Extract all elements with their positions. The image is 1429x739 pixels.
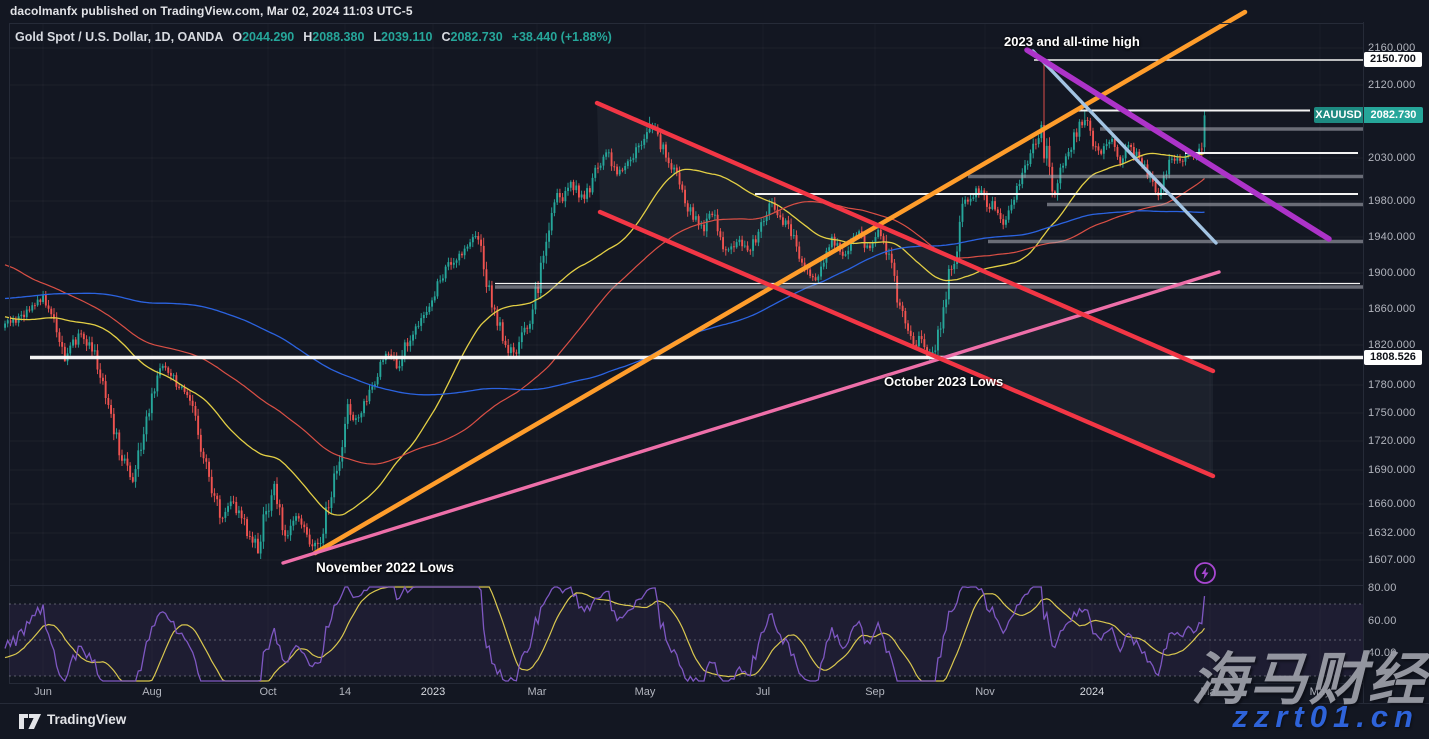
price-axis-label: 1632.000 <box>1368 527 1415 539</box>
chart-stage: Gold Spot / U.S. Dollar, 1D, OANDA O2044.… <box>0 0 1429 739</box>
close-value: 2082.730 <box>451 30 503 44</box>
price-axis-label: 1607.000 <box>1368 554 1415 566</box>
symbol-tag: XAUUSD <box>1314 107 1363 123</box>
price-axis-label: 1980.000 <box>1368 195 1415 207</box>
price-axis-label: 1900.000 <box>1368 267 1415 279</box>
time-axis-label: Nov <box>963 686 1007 698</box>
symbol-legend[interactable]: Gold Spot / U.S. Dollar, 1D, OANDA O2044.… <box>15 30 612 44</box>
time-axis-label: Mar <box>1188 686 1232 698</box>
price-axis-label: 1660.000 <box>1368 498 1415 510</box>
time-axis-label: May <box>623 686 667 698</box>
change-text: +38.440 (+1.88%) <box>512 30 612 44</box>
close-label: C <box>442 30 451 44</box>
price-axis-label: 1720.000 <box>1368 435 1415 447</box>
price-axis-label: 2030.000 <box>1368 152 1415 164</box>
time-axis-label: Mar <box>515 686 559 698</box>
open-label: O <box>232 30 242 44</box>
rsi-axis-label: 60.00 <box>1368 615 1397 627</box>
time-axis-label: Jun <box>21 686 65 698</box>
price-axis-label: 1780.000 <box>1368 379 1415 391</box>
time-axis-label: Aug <box>130 686 174 698</box>
time-axis-label: Sep <box>853 686 897 698</box>
price-badge-support: 1808.526 <box>1364 350 1422 365</box>
chart-canvas[interactable] <box>0 0 1429 739</box>
price-axis-label: 2120.000 <box>1368 79 1415 91</box>
rsi-axis-label: 80.00 <box>1368 582 1397 594</box>
time-axis-label: Oct <box>246 686 290 698</box>
lightning-bolt-icon[interactable] <box>1202 567 1209 580</box>
rsi-axis-label: 40.00 <box>1368 647 1397 659</box>
major-descending-trendline <box>1027 50 1329 239</box>
open-value: 2044.290 <box>242 30 294 44</box>
low-label: L <box>373 30 381 44</box>
price-badge-all-time-high: 2150.700 <box>1364 52 1422 67</box>
price-axis-label: 1750.000 <box>1368 407 1415 419</box>
time-axis-label: May <box>1298 686 1342 698</box>
last-price-badge: XAUUSD 2082.730 <box>1314 107 1423 123</box>
annotation-october-2023-lows: October 2023 Lows <box>884 374 1003 389</box>
symbol-title[interactable]: Gold Spot / U.S. Dollar, 1D, OANDA <box>15 30 223 44</box>
low-value: 2039.110 <box>381 30 432 44</box>
time-axis-label: 2024 <box>1070 686 1114 698</box>
price-axis-label: 1860.000 <box>1368 303 1415 315</box>
annotation-all-time-high: 2023 and all-time high <box>1004 34 1140 49</box>
tradingview-published-chart: dacolmanfx published on TradingView.com,… <box>0 0 1429 739</box>
long-term-ascending-trendline <box>315 12 1245 553</box>
time-axis-label: Jul <box>741 686 785 698</box>
high-value: 2088.380 <box>312 30 364 44</box>
price-axis-label: 1940.000 <box>1368 231 1415 243</box>
high-label: H <box>303 30 312 44</box>
price-axis-label: 1690.000 <box>1368 464 1415 476</box>
time-axis-label: 14 <box>323 686 367 698</box>
annotation-november-2022-lows: November 2022 Lows <box>316 560 454 575</box>
last-price-value: 2082.730 <box>1364 107 1423 123</box>
time-axis-label: 2023 <box>411 686 455 698</box>
